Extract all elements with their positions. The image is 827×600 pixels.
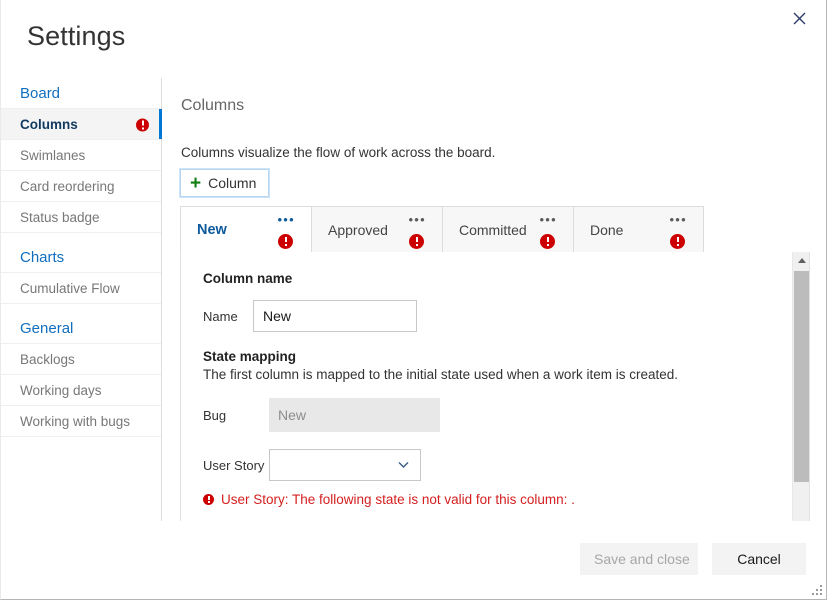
- cancel-button[interactable]: Cancel: [712, 543, 806, 575]
- tab-overflow-menu-icon[interactable]: •••: [539, 213, 557, 226]
- tab-overflow-menu-icon[interactable]: •••: [277, 213, 295, 226]
- dialog-body: Board Columns Swimlanes Card reordering …: [1, 78, 826, 566]
- chevron-down-icon: [398, 462, 409, 468]
- sidebar-item-label: Working with bugs: [20, 414, 131, 429]
- user-story-error-message: User Story: The following state is not v…: [203, 492, 792, 507]
- sidebar-item-card-reordering[interactable]: Card reordering: [1, 171, 161, 202]
- tab-new[interactable]: New •••: [180, 206, 311, 253]
- bug-label: Bug: [203, 407, 227, 423]
- tab-done[interactable]: Done •••: [573, 206, 704, 253]
- tab-label: New: [197, 221, 227, 238]
- sidebar-item-label: Cumulative Flow: [20, 281, 120, 296]
- user-story-field-row: User Story: [203, 449, 792, 481]
- sidebar-item-label: Status badge: [20, 210, 100, 225]
- sidebar-item-columns[interactable]: Columns: [1, 109, 162, 140]
- tab-committed[interactable]: Committed •••: [442, 206, 573, 253]
- column-name-input[interactable]: [253, 300, 417, 332]
- dialog-titlebar: Settings: [1, 0, 826, 78]
- user-story-state-select[interactable]: [269, 449, 421, 481]
- settings-main-pane: Columns Columns visualize the flow of wo…: [162, 78, 826, 566]
- tab-error-icon: [409, 233, 424, 251]
- name-field-row: Name: [203, 300, 792, 332]
- tab-error-icon: [670, 233, 685, 251]
- bug-state-input: [269, 398, 440, 432]
- scroll-up-arrow-icon[interactable]: [793, 252, 809, 269]
- sidebar-group-general: General: [1, 313, 161, 344]
- close-icon: [793, 12, 805, 24]
- tab-error-icon: [278, 233, 293, 251]
- plus-icon: +: [190, 172, 202, 194]
- error-text: User Story: The following state is not v…: [221, 492, 575, 507]
- column-tabstrip: New ••• Approved ••• Committed ••• Done: [180, 206, 810, 253]
- tab-label: Committed: [459, 221, 527, 238]
- close-button[interactable]: [782, 4, 816, 32]
- sidebar-item-working-with-bugs[interactable]: Working with bugs: [1, 406, 161, 437]
- page-title: Settings: [27, 21, 126, 51]
- tab-error-icon: [540, 233, 555, 251]
- user-story-label: User Story: [203, 457, 265, 473]
- state-mapping-heading: State mapping: [203, 349, 297, 364]
- add-column-label: Column: [208, 175, 257, 191]
- sidebar-group-board: Board: [1, 78, 161, 109]
- settings-sidebar: Board Columns Swimlanes Card reordering …: [1, 78, 162, 522]
- sidebar-item-label: Backlogs: [20, 352, 75, 367]
- add-column-button[interactable]: + Column: [178, 168, 271, 198]
- tab-overflow-menu-icon[interactable]: •••: [669, 213, 687, 226]
- settings-dialog: Settings Board Columns Swimlanes Card re…: [0, 0, 827, 600]
- sidebar-item-label: Columns: [20, 117, 78, 132]
- column-settings-panel: Column name Name State mapping The first…: [180, 252, 810, 566]
- scrollbar-thumb[interactable]: [794, 271, 809, 482]
- sidebar-item-working-days[interactable]: Working days: [1, 375, 161, 406]
- sidebar-item-cumulative-flow[interactable]: Cumulative Flow: [1, 273, 161, 304]
- sidebar-item-backlogs[interactable]: Backlogs: [1, 344, 161, 375]
- bug-field-row: Bug: [203, 398, 792, 432]
- tab-overflow-menu-icon[interactable]: •••: [408, 213, 426, 226]
- tab-label: Approved: [328, 221, 388, 238]
- name-label: Name: [203, 308, 238, 324]
- sidebar-item-label: Card reordering: [20, 179, 115, 194]
- section-title: Columns: [181, 97, 245, 114]
- form-vertical-scrollbar[interactable]: [792, 252, 809, 565]
- state-mapping-description: The first column is mapped to the initia…: [203, 367, 678, 382]
- error-badge-icon: [136, 109, 149, 140]
- error-icon: [203, 494, 214, 505]
- sidebar-item-swimlanes[interactable]: Swimlanes: [1, 140, 161, 171]
- save-and-close-button[interactable]: Save and close: [580, 543, 698, 575]
- sidebar-item-label: Working days: [20, 383, 102, 398]
- column-name-heading: Column name: [203, 271, 293, 286]
- sidebar-group-charts: Charts: [1, 242, 161, 273]
- sidebar-item-status-badge[interactable]: Status badge: [1, 202, 161, 233]
- tab-approved[interactable]: Approved •••: [311, 206, 442, 253]
- sidebar-item-label: Swimlanes: [20, 148, 86, 163]
- column-settings-form: Column name Name State mapping The first…: [181, 252, 792, 565]
- dialog-footer: Save and close Cancel: [1, 521, 826, 599]
- section-description: Columns visualize the flow of work acros…: [181, 145, 496, 160]
- resize-grip-icon[interactable]: [810, 584, 823, 597]
- tab-label: Done: [590, 221, 624, 238]
